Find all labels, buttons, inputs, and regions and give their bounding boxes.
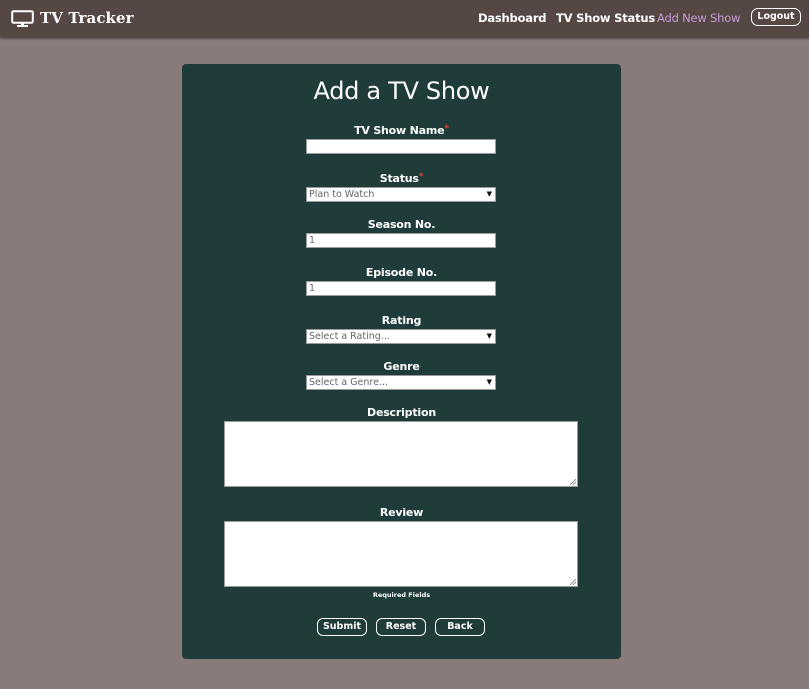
navbar: TV Tracker Dashboard TV Show Status Add …: [0, 0, 809, 38]
resize-handle-icon[interactable]: [570, 479, 576, 485]
status-selected-value: Plan to Watch: [309, 189, 375, 200]
episode-label: Episode No.: [365, 266, 438, 279]
nav-dashboard[interactable]: Dashboard: [478, 11, 547, 25]
genre-select[interactable]: Select a Genre... ▼: [306, 375, 496, 390]
rating-select[interactable]: Select a Rating... ▼: [306, 329, 496, 344]
brand[interactable]: TV Tracker: [11, 7, 134, 29]
nav-tv-show-status[interactable]: TV Show Status: [556, 11, 655, 25]
add-show-form: Add a TV Show TV Show Name* Status* Plan…: [182, 64, 621, 659]
required-fields-note: Required Fields: [372, 591, 431, 599]
back-button[interactable]: Back: [435, 618, 485, 636]
show-name-label: TV Show Name*: [354, 124, 449, 137]
genre-label: Genre: [383, 360, 420, 373]
rating-label: Rating: [381, 314, 422, 327]
resize-handle-icon[interactable]: [570, 579, 576, 585]
required-marker: *: [444, 124, 449, 134]
brand-title: TV Tracker: [40, 9, 134, 27]
review-label: Review: [379, 506, 424, 519]
rating-selected-value: Select a Rating...: [309, 331, 390, 342]
season-label: Season No.: [367, 218, 436, 231]
status-select[interactable]: Plan to Watch ▼: [306, 187, 496, 202]
review-textarea[interactable]: [224, 521, 578, 587]
show-name-input[interactable]: [306, 139, 496, 154]
dropdown-arrow-icon: ▼: [486, 378, 492, 386]
nav-add-new-show[interactable]: Add New Show: [657, 11, 740, 25]
status-label: Status*: [379, 172, 424, 185]
tv-icon: [11, 9, 34, 27]
logout-button[interactable]: Logout: [751, 8, 801, 26]
dropdown-arrow-icon: ▼: [486, 190, 492, 198]
required-marker: *: [418, 172, 424, 182]
form-title: Add a TV Show: [313, 77, 490, 105]
reset-button[interactable]: Reset: [376, 618, 426, 636]
description-label: Description: [367, 406, 436, 419]
season-input[interactable]: 1: [306, 233, 496, 248]
genre-selected-value: Select a Genre...: [309, 377, 388, 388]
dropdown-arrow-icon: ▼: [486, 332, 492, 340]
description-textarea[interactable]: [224, 421, 578, 487]
episode-input[interactable]: 1: [306, 281, 496, 296]
submit-button[interactable]: Submit: [317, 618, 367, 636]
